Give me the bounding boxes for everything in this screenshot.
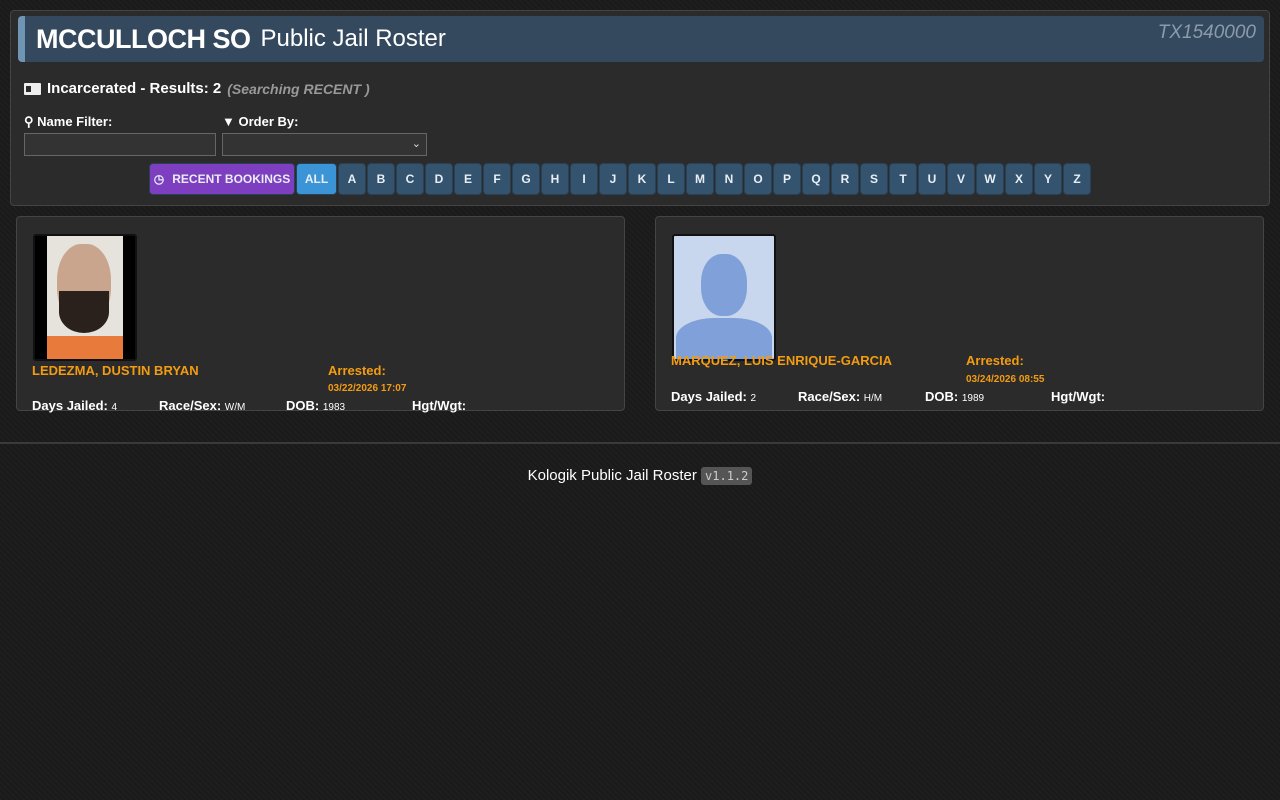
inmate-card[interactable]: LEDEZMA, DUSTIN BRYAN Arrested: 03/22/20…	[16, 216, 625, 413]
letter-button-c[interactable]: C	[396, 163, 424, 195]
letter-button-k[interactable]: K	[628, 163, 656, 195]
days-jailed: Days Jailed: 2	[671, 389, 757, 404]
letter-button-y[interactable]: Y	[1034, 163, 1062, 195]
letter-button-w[interactable]: W	[976, 163, 1004, 195]
results-count: Incarcerated - Results: 2	[47, 80, 222, 97]
inmate-name[interactable]: LEDEZMA, DUSTIN BRYAN	[32, 363, 199, 378]
race-sex: Race/Sex: H/M	[798, 389, 883, 404]
version-badge: v1.1.2	[701, 467, 753, 485]
agency-name: MCCULLOCH SO	[36, 23, 251, 54]
dob: DOB: 1983	[286, 398, 346, 413]
order-by-label: ▼ Order By:	[222, 114, 298, 129]
order-by-select[interactable]: ⌄	[222, 133, 427, 156]
inmate-name[interactable]: MARQUEZ, LUIS ENRIQUE-GARCIA	[671, 353, 892, 368]
days-jailed: Days Jailed: 4	[32, 398, 118, 413]
letter-list: ABCDEFGHIJKLMNOPQRSTUVWXYZ	[338, 163, 1091, 195]
id-card-icon	[24, 82, 41, 95]
letter-button-o[interactable]: O	[744, 163, 772, 195]
letter-button-s[interactable]: S	[860, 163, 888, 195]
letter-button-q[interactable]: Q	[802, 163, 830, 195]
letter-button-m[interactable]: M	[686, 163, 714, 195]
results-summary: Incarcerated - Results: 2 (Searching REC…	[24, 80, 370, 97]
inmate-card[interactable]: MARQUEZ, LUIS ENRIQUE-GARCIA Arrested: 0…	[655, 216, 1264, 411]
letter-button-x[interactable]: X	[1005, 163, 1033, 195]
order-by-text: Order By:	[238, 114, 299, 129]
arrested-label: Arrested:	[328, 363, 386, 378]
letter-button-r[interactable]: R	[831, 163, 859, 195]
letter-button-e[interactable]: E	[454, 163, 482, 195]
letter-button-b[interactable]: B	[367, 163, 395, 195]
letter-button-z[interactable]: Z	[1063, 163, 1091, 195]
letter-button-d[interactable]: D	[425, 163, 453, 195]
letter-button-j[interactable]: J	[599, 163, 627, 195]
letter-button-n[interactable]: N	[715, 163, 743, 195]
footer-divider	[0, 442, 1280, 444]
footer: Kologik Public Jail Roster v1.1.2	[0, 467, 1280, 485]
recent-bookings-label: RECENT BOOKINGS	[172, 172, 291, 186]
letter-button-a[interactable]: A	[338, 163, 366, 195]
chevron-down-icon: ⌄	[411, 138, 421, 150]
name-filter-input[interactable]	[24, 133, 216, 156]
name-filter-text: Name Filter:	[37, 114, 113, 129]
letter-button-l[interactable]: L	[657, 163, 685, 195]
letter-button-t[interactable]: T	[889, 163, 917, 195]
footer-text: Kologik Public Jail Roster	[527, 467, 697, 484]
letter-button-v[interactable]: V	[947, 163, 975, 195]
height-weight: Hgt/Wgt:	[1051, 389, 1106, 404]
letter-button-u[interactable]: U	[918, 163, 946, 195]
page-header: MCCULLOCH SO Public Jail Roster TX154000…	[18, 16, 1264, 62]
recent-bookings-button[interactable]: ◷ RECENT BOOKINGS	[149, 163, 295, 195]
search-mode: (Searching RECENT )	[227, 80, 370, 97]
letter-button-p[interactable]: P	[773, 163, 801, 195]
arrested-date: 03/24/2026 08:55	[966, 374, 1045, 385]
all-button[interactable]: ALL	[296, 163, 337, 195]
dob: DOB: 1989	[925, 389, 985, 404]
mugshot[interactable]	[33, 234, 137, 361]
race-sex: Race/Sex: W/M	[159, 398, 246, 413]
placeholder-avatar-icon[interactable]	[672, 234, 776, 361]
filter-icon: ▼	[222, 114, 235, 129]
arrested-date: 03/22/2026 17:07	[328, 383, 407, 394]
letter-button-h[interactable]: H	[541, 163, 569, 195]
name-filter-label: ⚲ Name Filter:	[24, 114, 112, 130]
height-weight: Hgt/Wgt:	[412, 398, 467, 413]
search-panel: MCCULLOCH SO Public Jail Roster TX154000…	[10, 10, 1270, 206]
agency-code: TX1540000	[1157, 22, 1256, 43]
arrested-label: Arrested:	[966, 353, 1024, 368]
letter-button-i[interactable]: I	[570, 163, 598, 195]
letter-buttons: ◷ RECENT BOOKINGS ALL ABCDEFGHIJKLMNOPQRS…	[149, 163, 1091, 195]
letter-button-g[interactable]: G	[512, 163, 540, 195]
clock-icon: ◷	[153, 172, 165, 186]
search-icon: ⚲	[24, 114, 34, 129]
page-title: Public Jail Roster	[260, 25, 446, 52]
letter-button-f[interactable]: F	[483, 163, 511, 195]
